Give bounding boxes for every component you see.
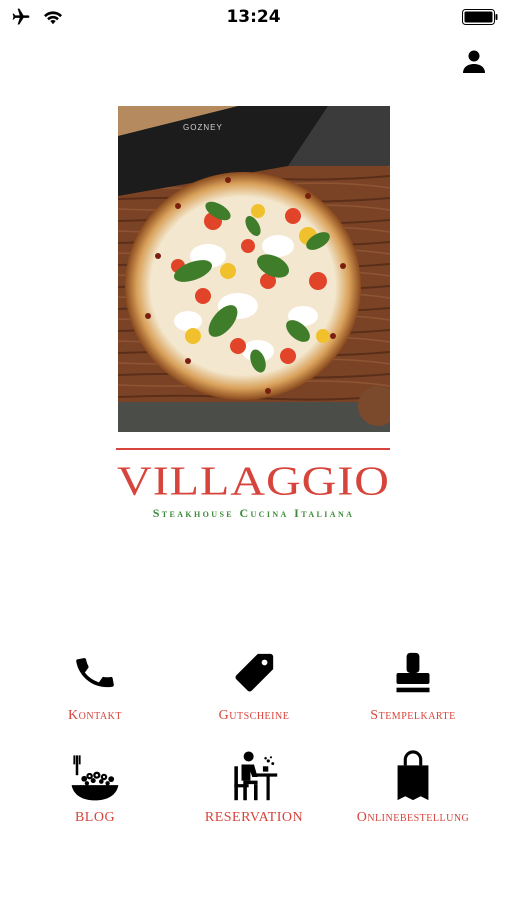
menu-item-reservation[interactable]: RESERVATION <box>174 750 334 826</box>
oven-brand-text: GOZNEY <box>183 123 223 132</box>
status-bar: 13:24 <box>0 0 507 36</box>
shopping-bag-icon <box>397 750 429 801</box>
hero-image: GOZNEY <box>118 106 390 432</box>
user-icon[interactable] <box>461 48 487 74</box>
menu-item-onlinebestellung[interactable]: Onlinebestellung <box>333 750 493 826</box>
brand-title: VILLAGGIO <box>117 458 390 504</box>
menu-item-blog[interactable]: BLOG <box>15 750 175 826</box>
menu-item-stempelkarte[interactable]: Stempelkarte <box>333 650 493 724</box>
menu-label-onlinebestellung: Onlinebestellung <box>356 810 470 825</box>
menu-item-kontakt[interactable]: Kontakt <box>15 650 175 724</box>
phone-icon <box>76 658 114 688</box>
tag-icon <box>235 653 274 692</box>
status-time: 13:24 <box>226 7 281 27</box>
menu-label-stempelkarte: Stempelkarte <box>370 708 456 723</box>
diner-icon <box>234 751 278 801</box>
brand-subtitle: Steakhouse Cucina Italiana <box>152 506 355 520</box>
menu-label-kontakt: Kontakt <box>68 708 122 723</box>
menu-label-blog: BLOG <box>74 810 116 825</box>
menu-label-reservation: RESERVATION <box>204 810 304 825</box>
menu-label-gutscheine: Gutscheine <box>218 708 290 723</box>
brand-divider <box>116 448 390 450</box>
stamp-icon <box>396 652 430 693</box>
battery-icon <box>462 9 498 25</box>
menu-item-gutscheine[interactable]: Gutscheine <box>174 650 334 724</box>
salad-bowl-icon <box>71 755 119 801</box>
pizza-photo: GOZNEY <box>118 106 390 432</box>
